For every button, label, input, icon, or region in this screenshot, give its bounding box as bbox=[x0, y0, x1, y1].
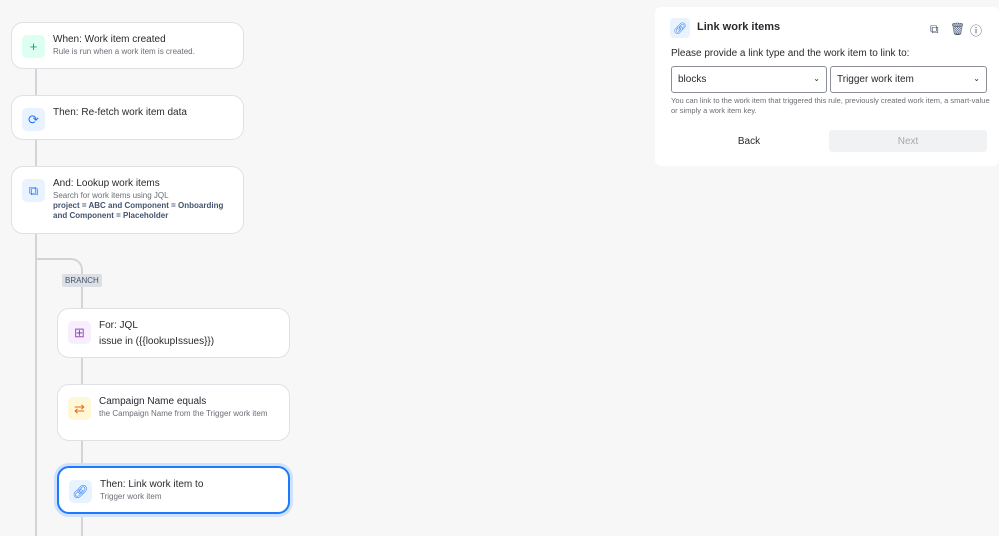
card-title: Then: Re-fetch work item data bbox=[53, 107, 187, 118]
next-button[interactable]: Next bbox=[829, 130, 987, 152]
jql-query: project = ABC and Component = Onboarding… bbox=[53, 201, 224, 220]
lookup-card[interactable]: ⧉ And: Lookup work items Search for work … bbox=[11, 166, 244, 234]
chevron-down-icon: ⌄ bbox=[813, 74, 820, 83]
card-subtitle: Rule is run when a work item is created. bbox=[53, 47, 195, 56]
panel-prompt: Please provide a link type and the work … bbox=[671, 48, 910, 59]
help-text: You can link to the work item that trigg… bbox=[671, 96, 990, 115]
link-type-select[interactable]: blocks ⌄ bbox=[671, 66, 827, 93]
refresh-icon: ⟳ bbox=[22, 108, 45, 131]
for-jql-card[interactable]: ⊞ For: JQL issue in ({{lookupIssues}}) bbox=[57, 308, 290, 358]
branch-icon: ⊞ bbox=[68, 321, 91, 344]
card-subtitle: issue in ({{lookupIssues}}) bbox=[99, 336, 215, 347]
card-title: And: Lookup work items bbox=[53, 178, 160, 189]
link-icon: 🔗︎ bbox=[670, 18, 690, 38]
card-subtitle: Search for work items using JQL bbox=[53, 191, 169, 200]
card-title: For: JQL bbox=[99, 320, 138, 331]
card-subtitle: the Campaign Name from the Trigger work … bbox=[99, 409, 268, 418]
back-button[interactable]: Back bbox=[671, 130, 827, 152]
card-subtitle: Trigger work item bbox=[100, 492, 162, 501]
swap-icon: ⇄ bbox=[68, 397, 91, 420]
refetch-card[interactable]: ⟳ Then: Re-fetch work item data bbox=[11, 95, 244, 140]
link-action-card[interactable]: 🔗︎ Then: Link work item to Trigger work i… bbox=[57, 466, 290, 514]
card-title: Then: Link work item to bbox=[100, 479, 204, 490]
chevron-down-icon: ⌄ bbox=[973, 74, 980, 83]
link-icon: 🔗︎ bbox=[69, 480, 92, 503]
link-work-items-panel: 🔗︎ Link work items ⧉ 🗑︎ ⓘ Please provide… bbox=[655, 7, 999, 166]
target-select[interactable]: Trigger work item ⌄ bbox=[830, 66, 987, 93]
card-title: Campaign Name equals bbox=[99, 396, 207, 407]
condition-card[interactable]: ⇄ Campaign Name equals the Campaign Name … bbox=[57, 384, 290, 441]
branch-label: BRANCH bbox=[62, 274, 102, 287]
delete-icon[interactable]: 🗑︎ bbox=[950, 22, 965, 36]
trigger-card[interactable]: + When: Work item created Rule is run whe… bbox=[11, 22, 244, 69]
lookup-icon: ⧉ bbox=[22, 179, 45, 202]
help-icon[interactable]: ⓘ bbox=[970, 22, 982, 39]
card-title: When: Work item created bbox=[53, 34, 166, 45]
duplicate-icon[interactable]: ⧉ bbox=[930, 22, 939, 37]
plus-icon: + bbox=[22, 35, 45, 58]
link-type-value: blocks bbox=[678, 74, 707, 85]
target-value: Trigger work item bbox=[837, 74, 914, 85]
panel-title: Link work items bbox=[697, 21, 781, 33]
